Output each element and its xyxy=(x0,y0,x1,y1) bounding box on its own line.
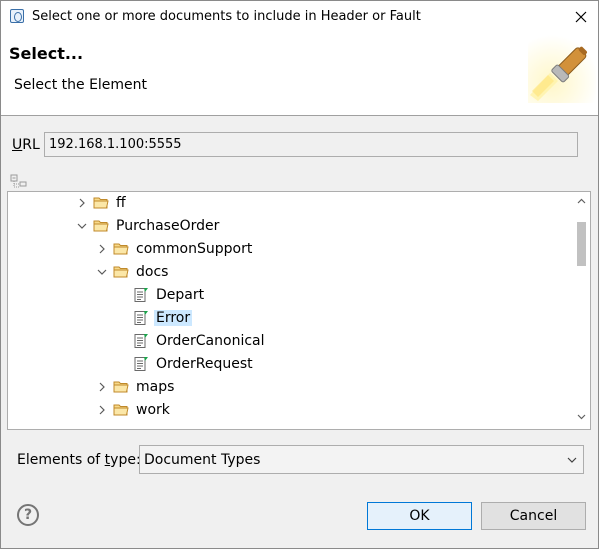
ok-button[interactable]: OK xyxy=(367,502,472,530)
help-button[interactable]: ? xyxy=(17,504,39,526)
expand-chevron-icon[interactable] xyxy=(74,192,90,214)
url-field[interactable] xyxy=(44,132,578,157)
folder-icon xyxy=(92,194,110,212)
scrollbar-thumb[interactable] xyxy=(577,222,586,266)
tree-item-purchaseorder[interactable]: PurchaseOrder xyxy=(74,215,221,237)
expand-chevron-icon[interactable] xyxy=(94,376,110,398)
banner-title: Select... xyxy=(9,44,84,63)
close-icon xyxy=(575,11,587,22)
header-banner: Select... Select the Element xyxy=(1,32,598,116)
tree-item-docs[interactable]: docs xyxy=(94,261,170,283)
folder-icon xyxy=(112,378,130,396)
tree-scrollbar[interactable] xyxy=(573,192,590,429)
tree-item-label: OrderRequest xyxy=(156,356,253,372)
tree-item-label: commonSupport xyxy=(136,241,253,257)
tree-item-label: PurchaseOrder xyxy=(116,218,220,234)
collapse-chevron-icon[interactable] xyxy=(74,215,90,237)
chevron-down-icon xyxy=(561,457,583,463)
tree-item-commonsupport[interactable]: commonSupport xyxy=(94,238,254,260)
collapse-chevron-icon[interactable] xyxy=(94,261,110,283)
document-icon xyxy=(132,332,150,350)
banner-message: Select the Element xyxy=(14,77,148,93)
tree-item-label: ff xyxy=(116,195,126,211)
tree-item-label: Error xyxy=(154,310,193,326)
document-icon xyxy=(132,286,150,304)
tree-item-maps[interactable]: maps xyxy=(94,376,176,398)
folder-open-icon xyxy=(92,217,110,235)
folder-open-icon xyxy=(112,263,130,281)
elements-of-type-label: Elements of type: xyxy=(17,452,141,468)
expand-chevron-icon[interactable] xyxy=(94,238,110,260)
tree-item-error[interactable]: Error xyxy=(130,307,193,329)
tree-item-ordercanonical[interactable]: OrderCanonical xyxy=(130,330,267,352)
close-button[interactable] xyxy=(564,1,598,32)
folder-icon xyxy=(112,401,130,419)
tree-item-ff[interactable]: ff xyxy=(74,192,128,214)
tree-item-orderrequest[interactable]: OrderRequest xyxy=(130,353,255,375)
tree-item-label: work xyxy=(136,402,170,418)
element-type-value: Document Types xyxy=(144,451,261,468)
app-icon xyxy=(10,9,24,23)
document-icon xyxy=(132,309,150,327)
expand-chevron-icon[interactable] xyxy=(94,399,110,421)
question-mark-icon: ? xyxy=(23,507,33,523)
url-label: URL xyxy=(12,137,40,153)
tree-item-label: Depart xyxy=(156,287,205,303)
scroll-up-icon[interactable] xyxy=(577,198,586,204)
window-title: Select one or more documents to include … xyxy=(32,9,421,24)
title-bar: Select one or more documents to include … xyxy=(1,1,598,32)
tree-item-label: docs xyxy=(136,264,169,280)
collapse-all-icon[interactable] xyxy=(10,172,28,190)
flashlight-icon xyxy=(528,35,596,103)
tree-item-depart[interactable]: Depart xyxy=(130,284,206,306)
element-type-dropdown[interactable]: Document Types xyxy=(139,445,584,474)
tree-item-label: OrderCanonical xyxy=(156,333,265,349)
dialog-window: Select one or more documents to include … xyxy=(0,0,599,549)
tree-item-work[interactable]: work xyxy=(94,399,172,421)
tree-item-label: maps xyxy=(136,379,175,395)
element-tree[interactable]: ff PurchaseOrder commonSupport docs Depa… xyxy=(7,191,591,430)
scroll-down-icon[interactable] xyxy=(577,414,586,420)
document-icon xyxy=(132,355,150,373)
folder-icon xyxy=(112,240,130,258)
cancel-button[interactable]: Cancel xyxy=(481,502,586,530)
